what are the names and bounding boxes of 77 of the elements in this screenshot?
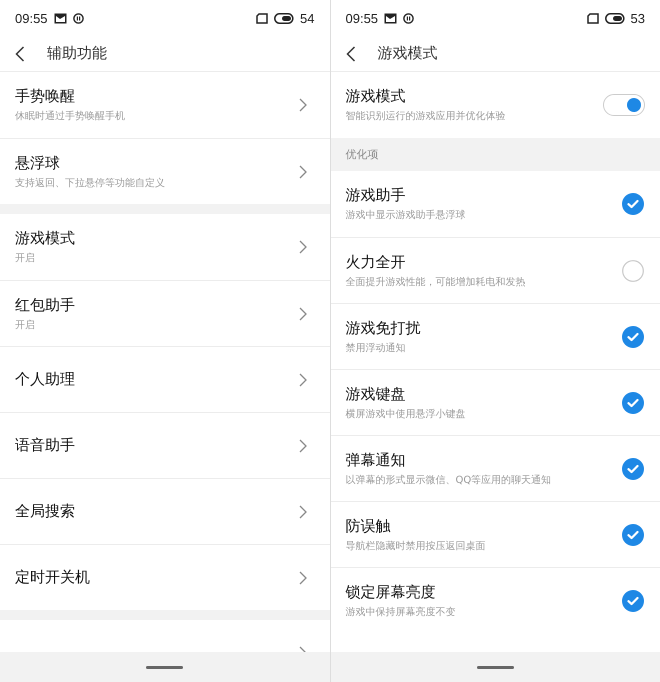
settings-option[interactable]: 防误触 导航栏隐藏时禁用按压返回桌面 <box>330 501 660 567</box>
battery-level: 54 <box>300 10 314 26</box>
settings-option[interactable]: 游戏键盘 横屏游戏中使用悬浮小键盘 <box>330 369 660 435</box>
toggle-switch[interactable] <box>603 94 645 116</box>
settings-item[interactable]: 个人助理 <box>0 346 330 412</box>
settings-item[interactable]: 悬浮球 支持返回、下拉悬停等功能自定义 <box>0 138 330 204</box>
page-title: 辅助功能 <box>47 44 107 63</box>
page-title: 游戏模式 <box>378 44 438 63</box>
item-title: 游戏模式 <box>346 87 406 106</box>
item-title: 个人助理 <box>15 370 76 389</box>
item-title: 悬浮球 <box>15 154 61 172</box>
chevron-right-icon <box>298 98 306 112</box>
settings-option[interactable]: 游戏免打扰 禁用浮动通知 <box>330 303 660 369</box>
chevron-right-icon <box>298 240 306 254</box>
item-title: 红包助手 <box>15 296 76 314</box>
pause-icon <box>72 12 84 24</box>
item-subtitle: 开启 <box>15 318 36 332</box>
status-time: 09:55 <box>346 10 378 26</box>
item-subtitle: 导航栏隐藏时禁用按压返回桌面 <box>346 540 486 552</box>
item-title: 火力全开 <box>346 252 406 272</box>
chevron-right-icon <box>298 372 306 386</box>
item-subtitle: 智能识别运行的游戏应用并优化体验 <box>346 110 506 123</box>
back-icon[interactable] <box>15 46 25 62</box>
chevron-right-icon <box>298 438 306 452</box>
sim-card-icon <box>586 12 599 24</box>
item-subtitle: 以弹幕的形式显示微信、QQ等应用的聊天通知 <box>346 474 552 486</box>
item-title: 语音助手 <box>15 436 76 455</box>
settings-item[interactable]: 红包助手 开启 <box>0 280 330 346</box>
home-handle[interactable] <box>146 666 184 668</box>
item-subtitle: 横屏游戏中使用悬浮小键盘 <box>346 408 466 420</box>
item-subtitle: 开启 <box>15 252 36 265</box>
item-subtitle: 游戏中显示游戏助手悬浮球 <box>346 208 466 222</box>
section-header: 优化项 <box>330 138 660 171</box>
settings-option[interactable]: 游戏模式 智能识别运行的游戏应用并优化体验 <box>330 72 660 138</box>
chevron-right-icon <box>298 164 306 178</box>
checkbox[interactable] <box>622 524 644 546</box>
item-subtitle: 休眠时通过手势唤醒手机 <box>15 110 126 123</box>
settings-option[interactable]: 火力全开 全面提升游戏性能，可能增加耗电和发热 <box>330 237 660 303</box>
item-title: 防误触 <box>346 516 392 536</box>
chevron-right-icon <box>298 570 306 584</box>
back-icon[interactable] <box>346 46 356 62</box>
sim-card-icon <box>256 12 268 24</box>
status-time: 09:55 <box>15 10 48 26</box>
battery-icon <box>274 12 294 24</box>
item-subtitle: 全面提升游戏性能，可能增加耗电和发热 <box>346 276 526 288</box>
item-subtitle: 禁用浮动通知 <box>346 342 406 354</box>
item-title: 游戏免打扰 <box>346 318 422 338</box>
checkbox[interactable] <box>622 392 644 414</box>
settings-item[interactable]: 定时开关机 <box>0 544 330 610</box>
pause-icon <box>403 12 414 24</box>
settings-item[interactable]: 语音助手 <box>0 412 330 478</box>
checkbox[interactable] <box>622 260 644 282</box>
checkbox[interactable] <box>622 458 644 480</box>
battery-icon <box>604 12 625 24</box>
checkbox[interactable] <box>622 326 644 348</box>
item-title: 定时开关机 <box>15 568 91 587</box>
checkbox[interactable] <box>622 590 644 612</box>
item-title: 手势唤醒 <box>15 87 76 106</box>
chevron-right-icon <box>298 306 306 320</box>
item-subtitle: 游戏中保持屏幕亮度不变 <box>346 606 456 618</box>
item-title: 游戏模式 <box>15 229 76 248</box>
settings-option[interactable]: 游戏助手 游戏中显示游戏助手悬浮球 <box>330 171 660 237</box>
item-subtitle: 支持返回、下拉悬停等功能自定义 <box>15 176 166 190</box>
item-title: 游戏助手 <box>346 186 406 205</box>
item-title: 游戏键盘 <box>346 384 406 404</box>
settings-item[interactable]: 全局搜索 <box>0 478 330 544</box>
item-title: 全局搜索 <box>15 502 76 521</box>
settings-option[interactable]: 锁定屏幕亮度 游戏中保持屏幕亮度不变 <box>330 567 660 633</box>
battery-level: 53 <box>630 10 645 26</box>
settings-item[interactable]: 手势唤醒 休眠时通过手势唤醒手机 <box>0 72 330 138</box>
settings-option[interactable]: 弹幕通知 以弹幕的形式显示微信、QQ等应用的聊天通知 <box>330 435 660 501</box>
home-handle[interactable] <box>476 666 514 668</box>
checkbox[interactable] <box>622 193 644 215</box>
item-title: 锁定屏幕亮度 <box>346 582 436 602</box>
item-title: 弹幕通知 <box>346 450 406 470</box>
chevron-right-icon <box>298 504 306 518</box>
settings-item[interactable]: 游戏模式 开启 <box>0 214 330 280</box>
